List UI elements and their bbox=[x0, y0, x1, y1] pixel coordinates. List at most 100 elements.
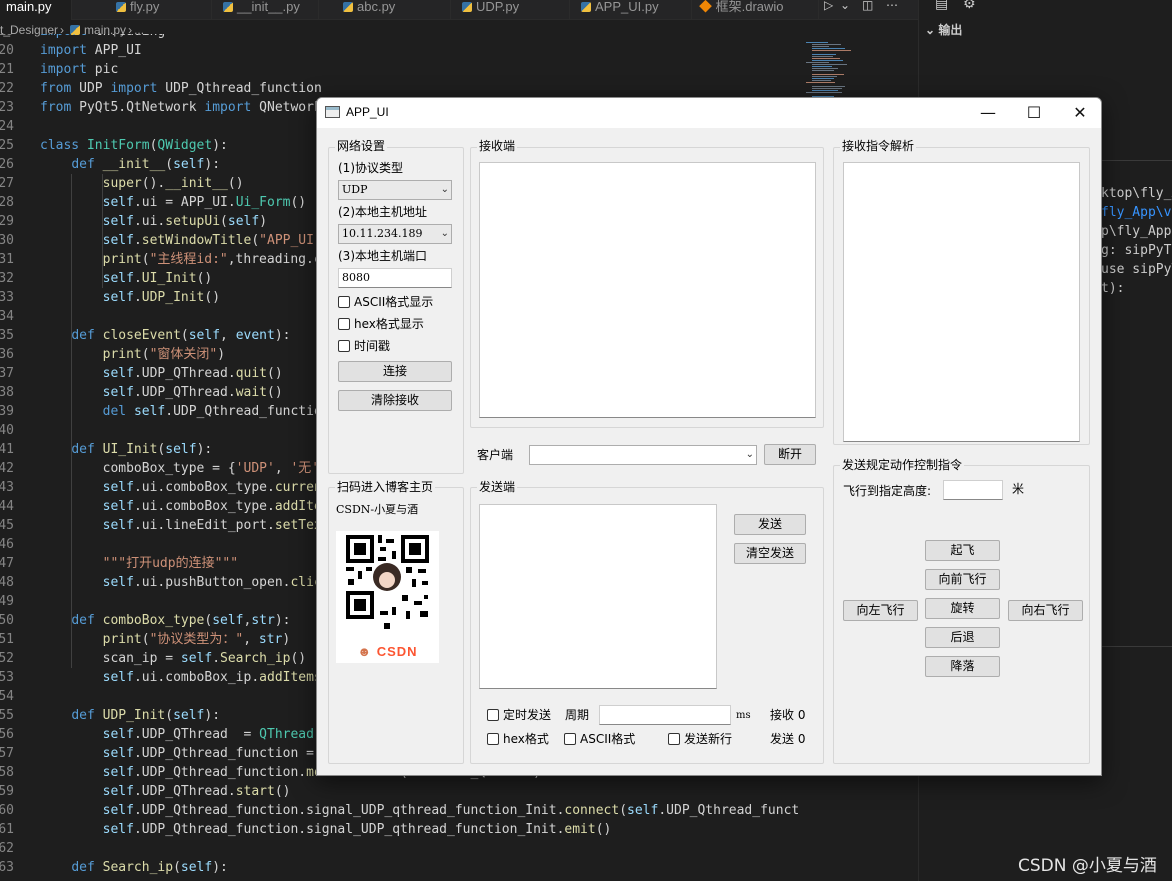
code-line[interactable]: 59 self.UDP_QThread.start() bbox=[0, 782, 800, 801]
line-number: 63 bbox=[0, 860, 14, 875]
code-line[interactable]: 20 import APP_UI bbox=[0, 41, 800, 60]
hex-display-checkbox[interactable]: hex格式显示 bbox=[338, 317, 424, 331]
chevron-down-icon: ⌄ bbox=[440, 184, 449, 195]
rotate-button[interactable]: 旋转 bbox=[925, 598, 1000, 619]
panel-toolbar: ▤ ⚙ bbox=[919, 0, 1172, 20]
land-button[interactable]: 降落 bbox=[925, 656, 1000, 677]
checkbox-label: 定时发送 bbox=[503, 708, 552, 722]
code-line[interactable]: 22 from UDP import UDP_Qthread_function bbox=[0, 79, 800, 98]
checkbox-label: hex格式显示 bbox=[354, 317, 424, 331]
qr-code-image: ☻ CSDN bbox=[336, 531, 439, 663]
ascii-format-checkbox[interactable]: ASCII格式 bbox=[564, 732, 635, 746]
send-textarea[interactable] bbox=[479, 504, 717, 689]
receive-textarea[interactable] bbox=[479, 162, 816, 418]
line-number: 37 bbox=[0, 366, 14, 381]
checkbox-box bbox=[338, 318, 350, 330]
tab-fly-py[interactable]: fly.py bbox=[106, 0, 212, 20]
chevron-down-icon[interactable]: ⌄ bbox=[840, 0, 850, 11]
line-number: 26 bbox=[0, 157, 14, 172]
code-text: def UDP_Init(self): bbox=[71, 708, 221, 723]
minimize-button[interactable]: — bbox=[965, 98, 1011, 128]
code-line[interactable]: 19 import threading bbox=[0, 34, 800, 41]
split-editor-icon[interactable]: ◫ bbox=[862, 0, 873, 11]
line-number: 35 bbox=[0, 328, 14, 343]
more-actions-icon[interactable]: ⋯ bbox=[886, 0, 898, 11]
timestamp-checkbox[interactable]: 时间戳 bbox=[338, 339, 390, 353]
back-button[interactable]: 后退 bbox=[925, 627, 1000, 648]
maximize-button[interactable]: ☐ bbox=[1011, 98, 1057, 128]
checkbox-box bbox=[338, 340, 350, 352]
minimap-line bbox=[812, 66, 832, 67]
close-button[interactable]: ✕ bbox=[1057, 98, 1101, 128]
disconnect-button[interactable]: 断开 bbox=[764, 444, 816, 465]
port-input[interactable]: 8080 bbox=[338, 268, 452, 288]
minimap-line bbox=[812, 54, 837, 55]
altitude-input[interactable] bbox=[943, 480, 1003, 500]
forward-button[interactable]: 向前飞行 bbox=[925, 569, 1000, 590]
tab-abc-py[interactable]: abc.py bbox=[333, 0, 451, 20]
port-label: (3)本地主机端口 bbox=[338, 249, 427, 263]
tab-label: UDP.py bbox=[476, 0, 520, 14]
code-line[interactable]: 62 bbox=[0, 839, 800, 858]
client-combobox[interactable]: ⌄ bbox=[529, 445, 757, 465]
code-line[interactable]: 63 def Search_ip(self): bbox=[0, 858, 800, 877]
title-bar[interactable]: APP_UI — ☐ ✕ bbox=[317, 98, 1101, 128]
minimap-line bbox=[812, 68, 839, 69]
line-number: 43 bbox=[0, 480, 14, 495]
minimap-line bbox=[812, 74, 844, 75]
line-number: 21 bbox=[0, 62, 14, 77]
output-label: 输出 bbox=[938, 23, 963, 37]
period-input[interactable] bbox=[599, 705, 731, 725]
right-button[interactable]: 向右飞行 bbox=[1008, 600, 1083, 621]
code-line[interactable]: 60 self.UDP_Qthread_function.signal_UDP_… bbox=[0, 801, 800, 820]
code-line[interactable]: 21 import pic bbox=[0, 60, 800, 79]
code-text: class InitForm(QWidget): bbox=[40, 138, 228, 153]
minimap-line bbox=[806, 42, 828, 43]
maximize-icon: ☐ bbox=[1026, 103, 1042, 122]
tab-app-ui-py[interactable]: APP_UI.py bbox=[571, 0, 692, 20]
line-number: 25 bbox=[0, 138, 14, 153]
tab-init-py[interactable]: __init__.py bbox=[213, 0, 319, 20]
receive-count: 接收 0 bbox=[770, 708, 806, 722]
hex-format-checkbox[interactable]: hex格式 bbox=[487, 732, 549, 746]
connect-button[interactable]: 连接 bbox=[338, 361, 452, 382]
left-button[interactable]: 向左飞行 bbox=[843, 600, 918, 621]
csdn-mascot-icon: ☻ bbox=[357, 644, 377, 659]
minimize-icon: — bbox=[980, 103, 996, 122]
code-text: del self.UDP_Qthread_functio bbox=[102, 404, 322, 419]
line-number: 49 bbox=[0, 594, 14, 609]
checkbox-label: 发送新行 bbox=[684, 732, 733, 746]
line-number: 60 bbox=[0, 803, 14, 818]
clear-send-button[interactable]: 清空发送 bbox=[734, 543, 806, 564]
minimap-line bbox=[812, 58, 840, 59]
protocol-combobox[interactable]: UDP ⌄ bbox=[338, 180, 452, 200]
send-newline-checkbox[interactable]: 发送新行 bbox=[668, 732, 732, 746]
output-section-header[interactable]: ⌄ 输出 bbox=[925, 22, 962, 38]
drawio-file-icon: ◆ bbox=[699, 0, 716, 14]
line-number: 33 bbox=[0, 290, 14, 305]
ascii-display-checkbox[interactable]: ASCII格式显示 bbox=[338, 295, 433, 309]
tab-udp-py[interactable]: UDP.py bbox=[452, 0, 570, 20]
altitude-unit: 米 bbox=[1012, 482, 1025, 496]
line-number: 22 bbox=[0, 81, 14, 96]
tab-drawio[interactable]: ◆ 框架.drawio bbox=[693, 0, 819, 20]
clear-receive-button[interactable]: 清除接收 bbox=[338, 390, 452, 411]
outline-icon[interactable]: ▤ bbox=[935, 0, 948, 12]
send-button[interactable]: 发送 bbox=[734, 514, 806, 535]
timed-send-checkbox[interactable]: 定时发送 bbox=[487, 708, 551, 722]
line-number: 30 bbox=[0, 233, 14, 248]
tab-main-py[interactable]: main.py bbox=[0, 0, 72, 20]
parse-textarea[interactable] bbox=[843, 162, 1080, 442]
minimap-line bbox=[812, 60, 843, 61]
line-number: 42 bbox=[0, 461, 14, 476]
extensions-icon[interactable]: ⚙ bbox=[963, 0, 976, 12]
takeoff-button[interactable]: 起飞 bbox=[925, 540, 1000, 561]
code-line[interactable]: 61 self.UDP_Qthread_function.signal_UDP_… bbox=[0, 820, 800, 839]
run-icon[interactable]: ▷ bbox=[824, 0, 833, 11]
host-ip-combobox[interactable]: 10.11.234.189 ⌄ bbox=[338, 224, 452, 244]
minimap-line bbox=[812, 70, 834, 71]
app-window: APP_UI — ☐ ✕ 网络设置 (1)协议类型 UDP ⌄ (2)本地主机地址… bbox=[316, 97, 1102, 776]
terminal-line: fly_App\vsc bbox=[1101, 205, 1172, 220]
terminal-line: t): bbox=[1101, 281, 1125, 296]
minimap-line bbox=[812, 90, 839, 91]
